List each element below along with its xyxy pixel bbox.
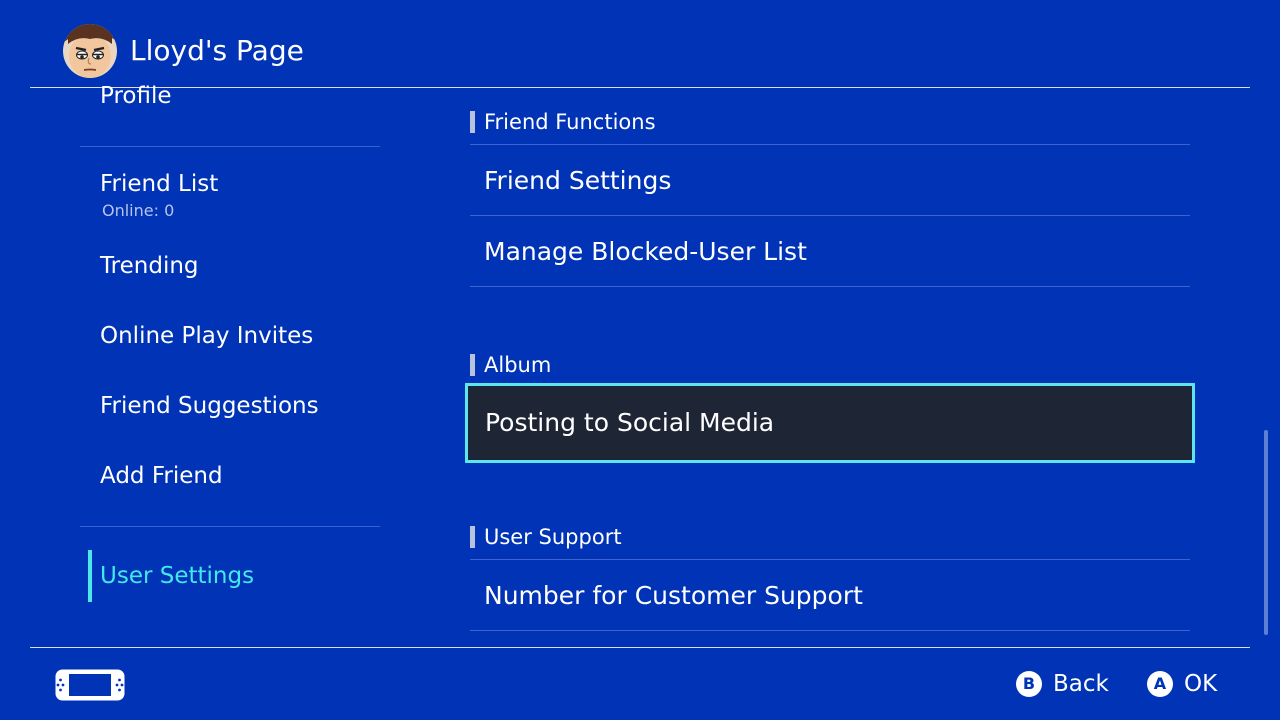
sidebar-item-friend-suggestions[interactable]: Friend Suggestions [100, 391, 319, 421]
sidebar-item-trending[interactable]: Trending [100, 251, 199, 281]
menu-item-label: Posting to Social Media [485, 408, 775, 437]
ok-button[interactable]: OK [1184, 669, 1217, 699]
section-marker [470, 526, 475, 548]
a-button-icon[interactable]: A [1147, 671, 1173, 697]
sidebar-item-profile[interactable]: Profile [100, 81, 172, 111]
active-indicator [88, 550, 92, 602]
row-divider [470, 286, 1190, 287]
scrollbar[interactable] [1264, 430, 1268, 635]
online-count: Online: 0 [102, 201, 175, 220]
b-button-icon[interactable]: B [1016, 671, 1042, 697]
sidebar-item-add-friend[interactable]: Add Friend [100, 461, 223, 491]
sidebar-divider [80, 526, 380, 527]
section-marker [470, 354, 475, 376]
sidebar-item-friend-list[interactable]: Friend List [100, 169, 218, 199]
section-heading-label: Friend Functions [484, 110, 656, 134]
page-title: Lloyd's Page [130, 34, 304, 67]
handheld-console-icon [55, 669, 125, 705]
footer-divider [30, 647, 1250, 648]
section-heading-label: Album [484, 353, 552, 377]
row-divider [470, 144, 1190, 145]
menu-item-manage-blocked-user-list[interactable]: Manage Blocked-User List [484, 236, 807, 268]
back-button[interactable]: Back [1053, 669, 1109, 699]
section-marker [470, 111, 475, 133]
row-divider [470, 630, 1190, 631]
header-divider [30, 87, 1250, 88]
row-divider [470, 559, 1190, 560]
menu-item-number-for-customer-support[interactable]: Number for Customer Support [484, 580, 863, 612]
menu-item-posting-to-social-media[interactable]: Posting to Social Media [465, 383, 1195, 463]
mii-avatar-icon [63, 24, 117, 78]
menu-item-friend-settings[interactable]: Friend Settings [484, 165, 671, 197]
sidebar-item-online-play-invites[interactable]: Online Play Invites [100, 321, 313, 351]
sidebar-item-user-settings[interactable]: User Settings [100, 561, 254, 591]
row-divider [470, 215, 1190, 216]
sidebar-divider [80, 146, 380, 147]
avatar[interactable] [62, 24, 118, 78]
section-heading-label: User Support [484, 525, 622, 549]
